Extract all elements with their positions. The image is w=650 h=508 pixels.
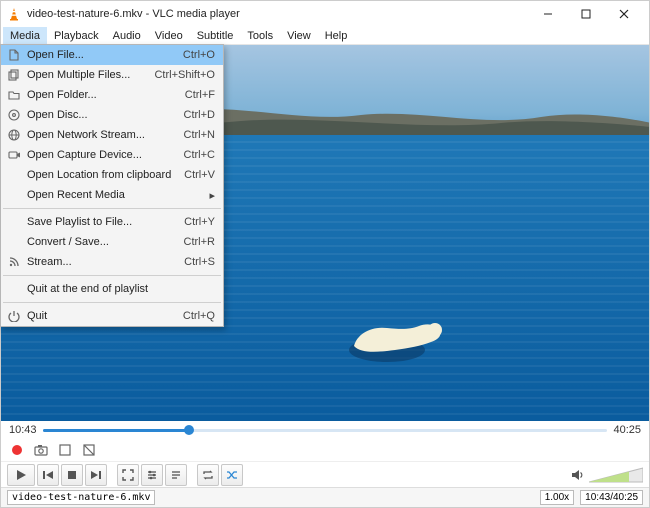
folder-icon bbox=[7, 88, 21, 102]
menu-item-shortcut: Ctrl+O bbox=[183, 49, 215, 61]
menu-separator bbox=[3, 275, 221, 276]
menu-item-label: Open Multiple Files... bbox=[27, 69, 142, 81]
menu-item-shortcut: Ctrl+N bbox=[184, 129, 215, 141]
disc-icon bbox=[7, 108, 21, 122]
menu-item-open-capture-device[interactable]: Open Capture Device... Ctrl+C bbox=[1, 145, 223, 165]
menu-item-shortcut: Ctrl+F bbox=[185, 89, 215, 101]
menu-item-label: Open Capture Device... bbox=[27, 149, 172, 161]
speaker-icon bbox=[571, 468, 585, 482]
menu-item-label: Open Disc... bbox=[27, 109, 172, 121]
status-speed[interactable]: 1.00x bbox=[540, 490, 574, 505]
polar-bear bbox=[339, 306, 459, 366]
menu-item-label: Open Recent Media bbox=[27, 189, 193, 201]
menu-item-label: Stream... bbox=[27, 256, 172, 268]
menu-item-shortcut: Ctrl+Y bbox=[184, 216, 215, 228]
media-menu-dropdown: Open File... Ctrl+O Open Multiple Files...… bbox=[0, 44, 224, 327]
titlebar: video-test-nature-6.mkv - VLC media play… bbox=[1, 1, 649, 27]
menu-item-save-playlist-to-file[interactable]: Save Playlist to File... Ctrl+Y bbox=[1, 212, 223, 232]
quit-icon bbox=[7, 309, 21, 323]
capture-toolbar bbox=[1, 439, 649, 461]
menu-video[interactable]: Video bbox=[148, 27, 190, 44]
time-row: 10:43 40:25 bbox=[1, 421, 649, 439]
play-button[interactable] bbox=[7, 464, 35, 486]
extended-settings-button[interactable] bbox=[141, 464, 163, 486]
volume-slider[interactable] bbox=[589, 466, 643, 484]
blank-icon bbox=[7, 235, 21, 249]
maximize-button[interactable] bbox=[567, 1, 605, 27]
blank-icon bbox=[7, 168, 21, 182]
statusbar: video-test-nature-6.mkv 1.00x 10:43/40:2… bbox=[1, 487, 649, 507]
playback-toolbar bbox=[1, 461, 649, 487]
stop-button[interactable] bbox=[61, 464, 83, 486]
minimize-button[interactable] bbox=[529, 1, 567, 27]
files-icon bbox=[7, 68, 21, 82]
menu-item-label: Open Folder... bbox=[27, 89, 173, 101]
menu-separator bbox=[3, 208, 221, 209]
capture-icon bbox=[7, 148, 21, 162]
menu-item-open-file[interactable]: Open File... Ctrl+O bbox=[1, 45, 223, 65]
loop-a-button[interactable] bbox=[55, 441, 75, 459]
menu-item-label: Open File... bbox=[27, 49, 171, 61]
vlc-cone-icon bbox=[7, 7, 21, 21]
menu-item-label: Quit bbox=[27, 310, 171, 322]
time-total: 40:25 bbox=[613, 424, 641, 436]
menu-item-quit[interactable]: Quit Ctrl+Q bbox=[1, 306, 223, 326]
blank-icon bbox=[7, 282, 21, 296]
menu-item-label: Quit at the end of playlist bbox=[27, 283, 203, 295]
menu-item-open-disc[interactable]: Open Disc... Ctrl+D bbox=[1, 105, 223, 125]
loop-b-button[interactable] bbox=[79, 441, 99, 459]
menu-audio[interactable]: Audio bbox=[106, 27, 148, 44]
menu-item-open-network-stream[interactable]: Open Network Stream... Ctrl+N bbox=[1, 125, 223, 145]
menu-item-shortcut: Ctrl+C bbox=[184, 149, 215, 161]
menu-playback[interactable]: Playback bbox=[47, 27, 106, 44]
volume-control[interactable] bbox=[571, 466, 643, 484]
seek-slider[interactable] bbox=[43, 425, 608, 435]
menubar: Media Playback Audio Video Subtitle Tool… bbox=[1, 27, 649, 45]
fullscreen-button[interactable] bbox=[117, 464, 139, 486]
blank-icon bbox=[7, 215, 21, 229]
network-icon bbox=[7, 128, 21, 142]
next-button[interactable] bbox=[85, 464, 107, 486]
blank-icon bbox=[7, 188, 21, 202]
playlist-button[interactable] bbox=[165, 464, 187, 486]
menu-item-shortcut: Ctrl+Shift+O bbox=[154, 69, 215, 81]
menu-item-label: Open Network Stream... bbox=[27, 129, 172, 141]
menu-subtitle[interactable]: Subtitle bbox=[190, 27, 241, 44]
stream-icon bbox=[7, 255, 21, 269]
menu-item-open-folder[interactable]: Open Folder... Ctrl+F bbox=[1, 85, 223, 105]
menu-item-open-recent-media[interactable]: Open Recent Media ▸ bbox=[1, 185, 223, 205]
menu-item-open-location-from-clipboard[interactable]: Open Location from clipboard Ctrl+V bbox=[1, 165, 223, 185]
window-title: video-test-nature-6.mkv - VLC media play… bbox=[27, 8, 529, 20]
prev-button[interactable] bbox=[37, 464, 59, 486]
menu-item-label: Convert / Save... bbox=[27, 236, 172, 248]
menu-item-convert-save[interactable]: Convert / Save... Ctrl+R bbox=[1, 232, 223, 252]
menu-media[interactable]: Media bbox=[3, 27, 47, 44]
menu-item-label: Save Playlist to File... bbox=[27, 216, 172, 228]
menu-item-stream[interactable]: Stream... Ctrl+S bbox=[1, 252, 223, 272]
menu-item-shortcut: Ctrl+R bbox=[184, 236, 215, 248]
time-elapsed: 10:43 bbox=[9, 424, 37, 436]
menu-item-label: Open Location from clipboard bbox=[27, 169, 172, 181]
file-icon bbox=[7, 48, 21, 62]
shuffle-button[interactable] bbox=[221, 464, 243, 486]
menu-item-quit-at-the-end-of-playlist[interactable]: Quit at the end of playlist bbox=[1, 279, 223, 299]
status-time[interactable]: 10:43/40:25 bbox=[580, 490, 643, 505]
menu-item-shortcut: Ctrl+V bbox=[184, 169, 215, 181]
menu-item-shortcut: Ctrl+S bbox=[184, 256, 215, 268]
menu-separator bbox=[3, 302, 221, 303]
status-filename: video-test-nature-6.mkv bbox=[7, 490, 155, 505]
record-button[interactable] bbox=[7, 441, 27, 459]
snapshot-button[interactable] bbox=[31, 441, 51, 459]
menu-item-open-multiple-files[interactable]: Open Multiple Files... Ctrl+Shift+O bbox=[1, 65, 223, 85]
chevron-right-icon: ▸ bbox=[205, 189, 215, 202]
menu-item-shortcut: Ctrl+D bbox=[184, 109, 215, 121]
menu-help[interactable]: Help bbox=[318, 27, 355, 44]
loop-button[interactable] bbox=[197, 464, 219, 486]
menu-view[interactable]: View bbox=[280, 27, 318, 44]
close-button[interactable] bbox=[605, 1, 643, 27]
menu-tools[interactable]: Tools bbox=[240, 27, 280, 44]
menu-item-shortcut: Ctrl+Q bbox=[183, 310, 215, 322]
